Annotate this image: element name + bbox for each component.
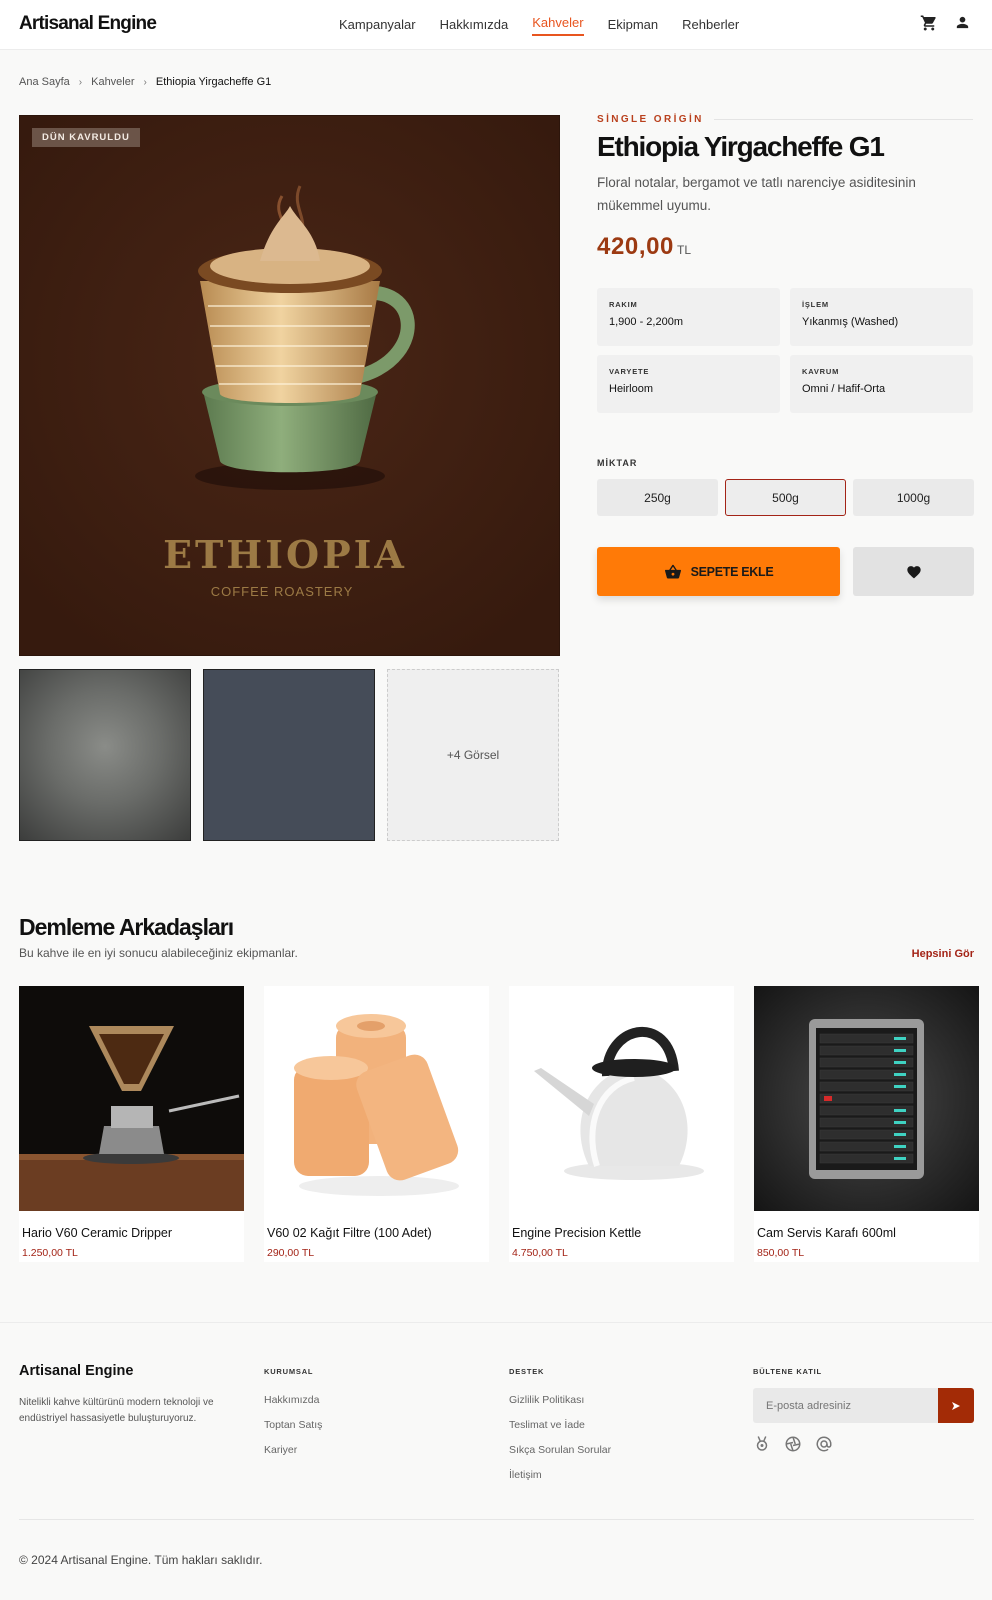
- product-card-image: [509, 986, 734, 1211]
- product-description: Floral notalar, bergamot ve tatlı narenc…: [597, 175, 916, 213]
- footer-link-faq[interactable]: Sıkça Sorulan Sorular: [509, 1444, 611, 1456]
- site-header: Artisanal Engine Kampanyalar Hakkımızda …: [0, 0, 992, 50]
- related-subtitle: Bu kahve ile en iyi sonucu alabileceğini…: [19, 946, 298, 960]
- product-card-image: [264, 986, 489, 1211]
- product-card-image: [19, 986, 244, 1211]
- product-card-price: 290,00 TL: [267, 1247, 315, 1259]
- spec-label: VARYETE: [609, 367, 650, 376]
- product-title: Ethiopia Yirgacheffe G1: [597, 131, 885, 162]
- breadcrumb-home[interactable]: Ana Sayfa: [19, 76, 70, 88]
- newsletter-email-input[interactable]: [753, 1388, 938, 1423]
- price-currency: TL: [677, 243, 692, 257]
- thumbnail-1[interactable]: [19, 669, 191, 841]
- at-icon[interactable]: [815, 1435, 833, 1453]
- product-eyebrow: SİNGLE ORİGİN: [597, 114, 704, 125]
- roast-badge: DÜN KAVRULDU: [32, 128, 140, 147]
- product-main-image[interactable]: ETHIOPIA COFFEE ROASTERY DÜN KAVRULDU: [19, 115, 560, 656]
- footer-link-careers[interactable]: Kariyer: [264, 1444, 297, 1456]
- product-card[interactable]: Hario V60 Ceramic Dripper 1.250,00 TL: [19, 986, 244, 1262]
- see-all-link[interactable]: Hepsini Gör: [912, 948, 974, 960]
- send-arrow-icon: [952, 1401, 960, 1410]
- svg-text:ETHIOPIA: ETHIOPIA: [163, 532, 407, 577]
- quantity-option-1000g[interactable]: 1000g: [853, 479, 974, 516]
- breadcrumb-category[interactable]: Kahveler: [91, 76, 134, 88]
- thumbnail-more[interactable]: +4 Görsel: [387, 669, 559, 841]
- product-card-price: 4.750,00 TL: [512, 1247, 568, 1259]
- spec-label: KAVRUM: [802, 367, 840, 376]
- product-price: 420,00 TL: [597, 233, 691, 261]
- main-nav: Kampanyalar Hakkımızda Kahveler Ekipman …: [339, 0, 763, 50]
- spec-value: Omni / Hafif-Orta: [802, 383, 886, 395]
- spec-value: Yıkanmış (Washed): [802, 316, 899, 328]
- favorite-button[interactable]: [853, 547, 974, 596]
- product-card[interactable]: Cam Servis Karafı 600ml 850,00 TL: [754, 986, 979, 1262]
- product-card[interactable]: V60 02 Kağıt Filtre (100 Adet) 290,00 TL: [264, 986, 489, 1262]
- chevron-right-icon: ›: [78, 76, 83, 88]
- spec-process: İŞLEM Yıkanmış (Washed): [790, 288, 973, 346]
- basket-icon: [664, 564, 681, 579]
- footer-heading-newsletter: BÜLTENE KATIL: [753, 1367, 822, 1376]
- product-card-name: V60 02 Kağıt Filtre (100 Adet): [267, 1226, 432, 1240]
- spec-value: 1,900 - 2,200m: [609, 316, 683, 328]
- footer-divider: [19, 1519, 974, 1520]
- footer-link-contact[interactable]: İletişim: [509, 1469, 542, 1481]
- product-card-name: Engine Precision Kettle: [512, 1226, 642, 1240]
- divider: [713, 119, 973, 120]
- quantity-option-250g[interactable]: 250g: [597, 479, 718, 516]
- add-to-cart-label: SEPETE EKLE: [690, 564, 774, 579]
- product-card-name: Hario V60 Ceramic Dripper: [22, 1226, 173, 1240]
- product-card-name: Cam Servis Karafı 600ml: [757, 1226, 896, 1240]
- nav-item-kampanyalar[interactable]: Kampanyalar: [339, 0, 416, 50]
- coffee-cup-illustration: ETHIOPIA COFFEE ROASTERY: [20, 116, 559, 655]
- footer-heading-support: DESTEK: [509, 1367, 545, 1376]
- award-icon[interactable]: [753, 1435, 771, 1453]
- spec-value: Heirloom: [609, 383, 654, 395]
- quantity-label: MİKTAR: [597, 458, 638, 468]
- quantity-option-500g[interactable]: 500g: [725, 479, 846, 516]
- heart-icon: [906, 566, 921, 579]
- newsletter-form: [753, 1388, 974, 1423]
- spec-roast: KAVRUM Omni / Hafif-Orta: [790, 355, 973, 413]
- site-logo[interactable]: Artisanal Engine: [19, 13, 157, 35]
- more-images-label: +4 Görsel: [446, 748, 500, 762]
- footer-about: Nitelikli kahve kültürünü modern teknolo…: [19, 1397, 214, 1424]
- breadcrumb-current: Ethiopia Yirgacheffe G1: [155, 76, 272, 88]
- footer-link-delivery[interactable]: Teslimat ve İade: [509, 1419, 585, 1431]
- spec-variety: VARYETE Heirloom: [597, 355, 780, 413]
- spec-label: İŞLEM: [802, 300, 829, 309]
- site-footer: Artisanal Engine Nitelikli kahve kültürü…: [0, 1322, 992, 1600]
- footer-link-privacy[interactable]: Gizlilik Politikası: [509, 1394, 584, 1406]
- product-card[interactable]: Engine Precision Kettle 4.750,00 TL: [509, 986, 734, 1262]
- spec-altitude: RAKIM 1,900 - 2,200m: [597, 288, 780, 346]
- footer-link-wholesale[interactable]: Toptan Satış: [264, 1419, 322, 1431]
- price-value: 420,00: [597, 233, 675, 260]
- spec-label: RAKIM: [609, 300, 638, 309]
- footer-link-about[interactable]: Hakkımızda: [264, 1394, 319, 1406]
- thumbnail-2[interactable]: [203, 669, 375, 841]
- breadcrumb: Ana Sayfa › Kahveler › Ethiopia Yirgache…: [19, 76, 271, 88]
- add-to-cart-button[interactable]: SEPETE EKLE: [597, 547, 840, 596]
- footer-brand: Artisanal Engine: [19, 1363, 134, 1379]
- product-card-price: 850,00 TL: [757, 1247, 805, 1259]
- svg-text:COFFEE ROASTERY: COFFEE ROASTERY: [211, 584, 354, 599]
- cart-icon[interactable]: [920, 14, 940, 34]
- footer-heading-corporate: KURUMSAL: [264, 1367, 314, 1376]
- aperture-icon[interactable]: [784, 1435, 802, 1453]
- related-title: Demleme Arkadaşları: [19, 914, 234, 940]
- copyright: © 2024 Artisanal Engine. Tüm hakları sak…: [19, 1553, 263, 1567]
- user-icon[interactable]: [954, 14, 974, 34]
- product-card-price: 1.250,00 TL: [22, 1247, 78, 1259]
- chevron-right-icon: ›: [143, 76, 147, 88]
- newsletter-submit-button[interactable]: [938, 1388, 974, 1423]
- product-card-image: [754, 986, 979, 1211]
- nav-item-ekipman[interactable]: Ekipman: [608, 0, 659, 50]
- eyebrow-row: SİNGLE ORİGİN: [597, 114, 973, 125]
- nav-item-rehberler[interactable]: Rehberler: [682, 0, 739, 50]
- nav-item-kahveler[interactable]: Kahveler: [532, 0, 584, 50]
- nav-item-hakkimizda[interactable]: Hakkımızda: [440, 0, 509, 50]
